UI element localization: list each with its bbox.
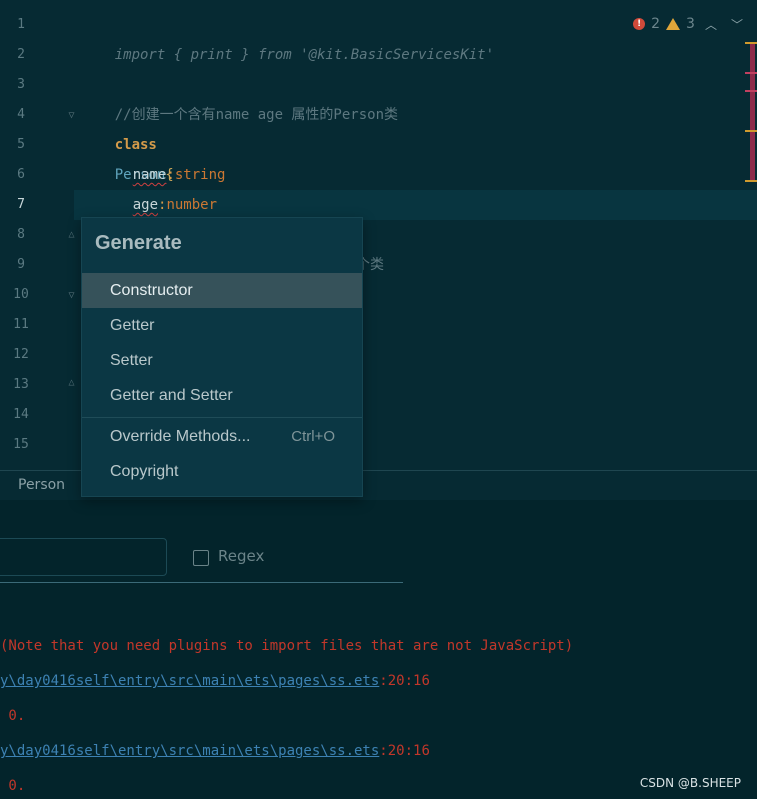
find-panel: Regex (0, 500, 757, 584)
menu-item-shortcut: Ctrl+O (291, 428, 335, 445)
menu-item-label: Copyright (110, 463, 179, 480)
line-number: 11 (13, 317, 29, 332)
breadcrumb-item[interactable]: Person (18, 477, 65, 493)
line-number: 10 (13, 287, 29, 302)
error-marker[interactable] (745, 90, 757, 92)
line-number: 13 (13, 377, 29, 392)
output-location-line: y\day0416self\entry\src\main\ets\pages\s… (0, 670, 430, 692)
line-number: 5 (17, 137, 25, 152)
code-line-1[interactable]: import { print } from '@kit.BasicService… (81, 10, 494, 63)
warning-marker[interactable] (745, 42, 757, 44)
error-icon: ! (633, 18, 646, 30)
menu-item-label: Getter and Setter (110, 387, 233, 404)
inspection-status[interactable]: ! 2 3 ︿ ﹀ (633, 14, 747, 34)
warning-count: 3 (686, 16, 695, 32)
line-number: 3 (17, 77, 25, 92)
fold-open-icon[interactable]: ▽ (66, 110, 77, 121)
scrollbar-thumb[interactable] (750, 42, 755, 180)
regex-checkbox[interactable] (193, 550, 209, 566)
output-location-line: y\day0416self\entry\src\main\ets\pages\s… (0, 740, 430, 762)
file-link[interactable]: y\day0416self\entry\src\main\ets\pages\s… (0, 673, 379, 689)
menu-item-label: Constructor (110, 282, 193, 299)
line-number: 12 (13, 347, 29, 362)
menu-separator (82, 417, 362, 418)
warning-marker[interactable] (745, 130, 757, 132)
line-col: :20:16 (379, 673, 430, 689)
popup-title: Generate (95, 232, 182, 254)
line-number: 9 (17, 257, 25, 272)
line-number: 6 (17, 167, 25, 182)
fold-close-icon[interactable]: △ (66, 377, 77, 388)
chevron-up-icon[interactable]: ︿ (701, 16, 721, 33)
menu-item-override-methods[interactable]: Override Methods... Ctrl+O (82, 419, 362, 454)
line-gutter: 1 2 3 4 5 6 7 8 9 10 11 12 13 14 15 ▽ △ … (0, 0, 77, 470)
line-number: 14 (13, 407, 29, 422)
import-statement: import { print } from '@kit.BasicService… (114, 47, 495, 63)
line-number: 8 (17, 227, 25, 242)
fold-open-icon[interactable]: ▽ (66, 290, 77, 301)
menu-item-getter-and-setter[interactable]: Getter and Setter (82, 378, 362, 413)
file-link[interactable]: y\day0416self\entry\src\main\ets\pages\s… (0, 743, 379, 759)
menu-item-label: Getter (110, 317, 155, 334)
regex-label[interactable]: Regex (218, 547, 264, 565)
code-line-6[interactable]: age:number (99, 160, 217, 213)
menu-item-label: Override Methods... (110, 428, 251, 445)
line-number: 2 (17, 47, 25, 62)
error-count: 2 (651, 16, 661, 32)
output-text-line: 0. (0, 708, 26, 724)
code-line-5[interactable]: name:string (99, 130, 226, 183)
search-input[interactable] (0, 538, 167, 576)
menu-item-getter[interactable]: Getter (82, 308, 362, 343)
fold-close-icon[interactable]: △ (66, 229, 77, 240)
line-number: 4 (17, 107, 25, 122)
menu-item-setter[interactable]: Setter (82, 343, 362, 378)
error-marker[interactable] (745, 72, 757, 74)
code-line-4[interactable]: class Person{ (81, 100, 174, 183)
line-number: 1 (17, 17, 25, 32)
line-col: :20:16 (379, 743, 430, 759)
watermark: CSDN @B.SHEEP (639, 776, 741, 790)
type-annotation: number (166, 197, 218, 213)
generate-popup: Generate Constructor Getter Setter Gette… (81, 217, 363, 497)
menu-item-label: Setter (110, 352, 153, 369)
code-line-3[interactable]: //创建一个含有name age 属性的Person类 (81, 70, 398, 123)
property-name: age (132, 197, 159, 213)
menu-item-copyright[interactable]: Copyright (82, 454, 362, 489)
output-text-line: 0. (0, 778, 26, 794)
line-number: 7 (17, 197, 25, 212)
warning-marker[interactable] (745, 180, 757, 182)
line-number: 15 (13, 437, 29, 452)
warning-icon (666, 18, 681, 30)
output-error-line: (Note that you need plugins to import fi… (0, 638, 574, 654)
chevron-down-icon[interactable]: ﹀ (727, 16, 747, 33)
menu-item-constructor[interactable]: Constructor (82, 273, 362, 308)
active-tab-underline (0, 582, 403, 583)
